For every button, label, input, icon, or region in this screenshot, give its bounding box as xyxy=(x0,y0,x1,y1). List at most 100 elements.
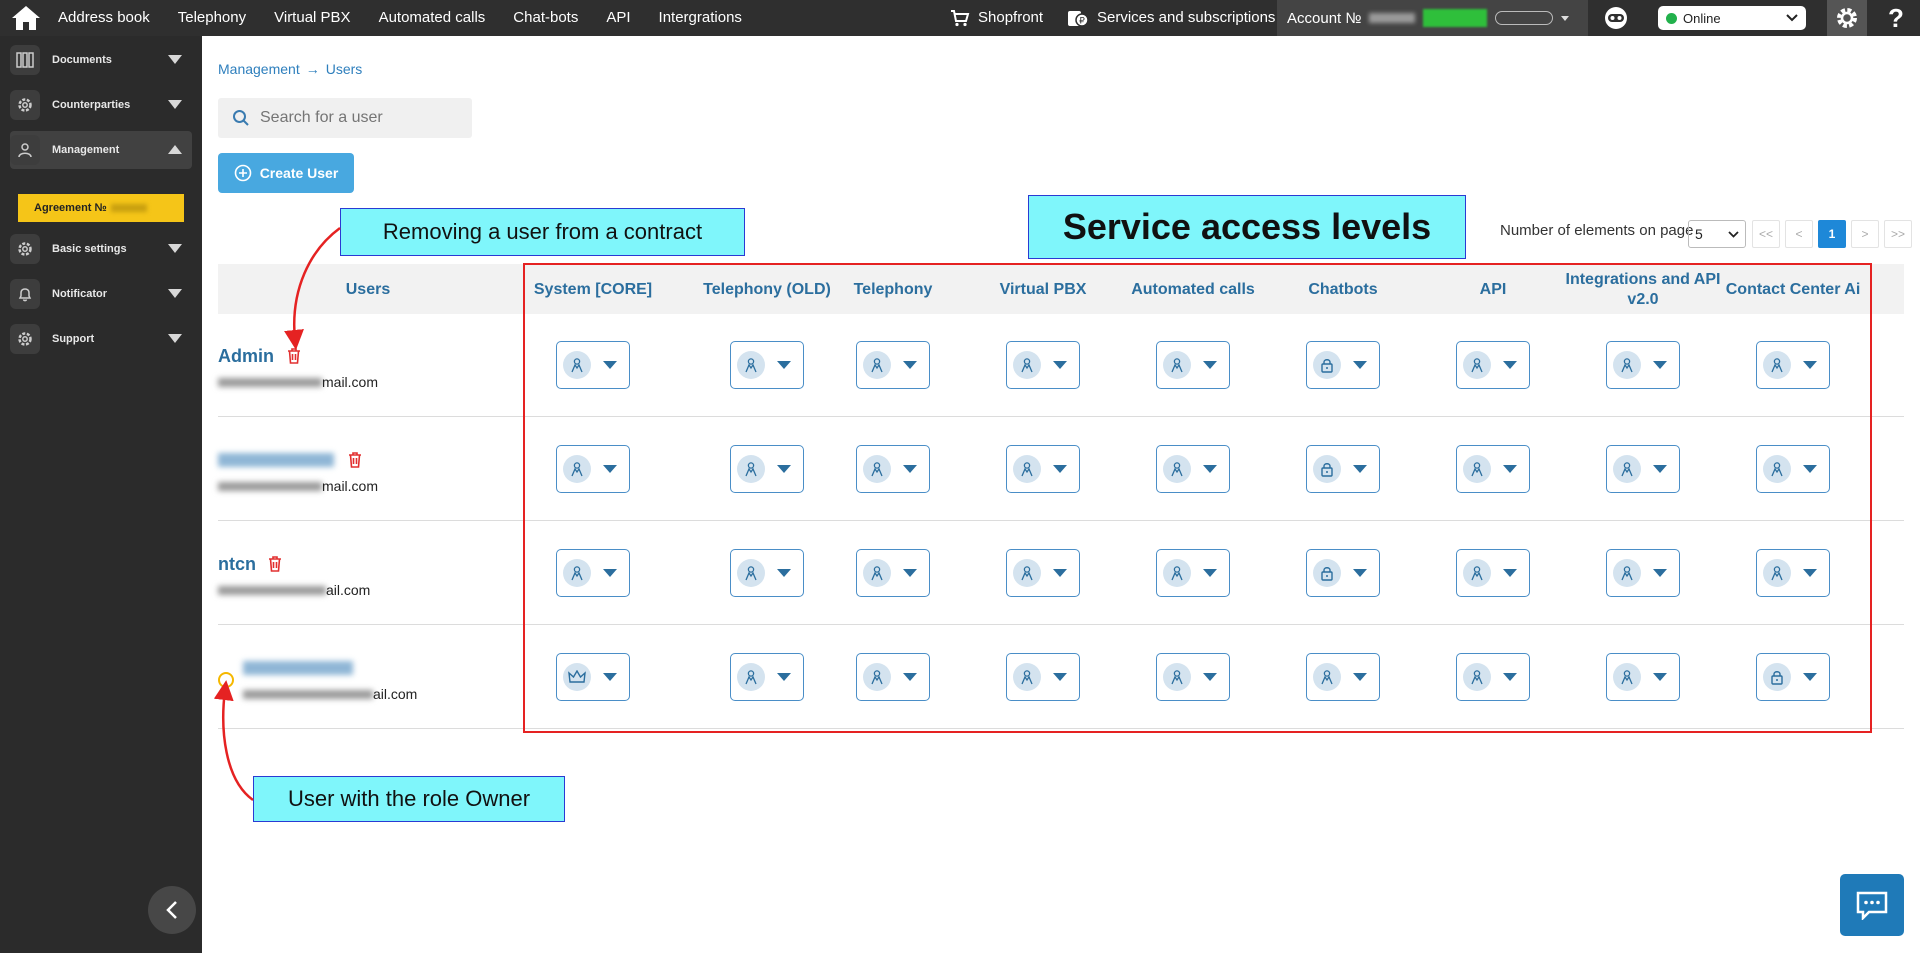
sidebar-item-documents[interactable]: Documents xyxy=(10,41,192,79)
user-name-redacted[interactable] xyxy=(243,661,353,675)
services-icon: ₽ xyxy=(1068,11,1089,27)
chevron-down-icon xyxy=(168,100,182,109)
sidebar-item-label: Notificator xyxy=(52,288,107,300)
create-user-button[interactable]: Create User xyxy=(218,153,354,193)
sidebar-item-counterparties[interactable]: Counterparties xyxy=(10,86,192,124)
gear-icon xyxy=(10,90,40,120)
chevron-down-icon xyxy=(168,334,182,343)
page-last-button[interactable]: >> xyxy=(1884,220,1912,248)
trash-icon[interactable] xyxy=(286,347,302,365)
sidebar-item-basic-settings[interactable]: Basic settings xyxy=(10,230,192,268)
nav-address-book[interactable]: Address book xyxy=(58,0,150,36)
sidebar-item-label: Basic settings xyxy=(52,243,127,255)
user-icon xyxy=(10,135,40,165)
collapse-sidebar-button[interactable] xyxy=(148,886,196,934)
status-select[interactable]: Online xyxy=(1658,6,1806,30)
online-dot-icon xyxy=(1666,12,1677,24)
chevron-down-icon xyxy=(1561,15,1570,21)
settings-button[interactable] xyxy=(1827,0,1867,36)
user-name[interactable]: Admin xyxy=(218,346,274,367)
sidebar-item-agreement[interactable]: Agreement № xyxy=(18,194,184,222)
arrow-right-icon: → xyxy=(305,61,320,77)
chevron-left-icon xyxy=(166,901,177,919)
per-page-select[interactable]: 5 xyxy=(1688,220,1746,248)
nav-api[interactable]: API xyxy=(606,0,630,36)
user-name-redacted[interactable] xyxy=(218,453,334,467)
user-email: mail.com xyxy=(322,478,379,494)
account-extra-redacted xyxy=(1495,11,1554,25)
sidebar-item-notificator[interactable]: Notificator xyxy=(10,275,192,313)
nav-telephony[interactable]: Telephony xyxy=(178,0,246,36)
breadcrumb-users[interactable]: Users xyxy=(326,61,363,77)
user-email: mail.com xyxy=(322,374,379,390)
per-page-label: Number of elements on page xyxy=(1500,222,1694,239)
chevron-down-icon xyxy=(1786,14,1798,22)
bell-icon xyxy=(10,279,40,309)
breadcrumb-management[interactable]: Management xyxy=(218,61,300,77)
home-icon[interactable] xyxy=(10,4,42,32)
help-icon[interactable]: ? xyxy=(1878,0,1914,36)
nav-chat-bots[interactable]: Chat-bots xyxy=(513,0,578,36)
chevron-down-icon xyxy=(168,289,182,298)
access-levels-frame xyxy=(523,263,1872,733)
user-email-redacted xyxy=(218,586,326,595)
chevron-down-icon xyxy=(168,244,182,253)
cart-icon xyxy=(951,10,970,27)
sidebar-item-label: Documents xyxy=(52,54,112,66)
user-email: ail.com xyxy=(373,686,418,702)
chevron-up-icon xyxy=(168,145,182,154)
page-prev-button[interactable]: < xyxy=(1785,220,1813,248)
nav-virtual-pbx[interactable]: Virtual PBX xyxy=(274,0,350,36)
chat-button[interactable] xyxy=(1840,874,1904,936)
pagination: << < 1 > >> xyxy=(1752,220,1912,248)
gear-icon xyxy=(10,324,40,354)
create-user-label: Create User xyxy=(259,165,339,181)
status-value: Online xyxy=(1683,10,1721,26)
bot-icon[interactable] xyxy=(1602,5,1630,31)
svg-text:₽: ₽ xyxy=(1079,17,1085,27)
search-input[interactable] xyxy=(260,109,460,127)
chevron-down-icon xyxy=(168,55,182,64)
page-current-button[interactable]: 1 xyxy=(1818,220,1846,248)
sidebar-item-label: Support xyxy=(52,333,95,345)
annotation-remove-user: Removing a user from a contract xyxy=(340,208,745,256)
sidebar: Documents Counterparties Management Agre… xyxy=(0,36,202,953)
shopfront-label: Shopfront xyxy=(978,9,1044,26)
owner-badge-icon xyxy=(218,672,234,688)
trash-icon[interactable] xyxy=(267,555,283,573)
top-bar: Address book Telephony Virtual PBX Autom… xyxy=(0,0,1920,36)
user-name[interactable]: ntcn xyxy=(218,554,256,575)
shopfront-link[interactable]: Shopfront xyxy=(950,0,1043,36)
user-email-redacted xyxy=(243,690,373,699)
agreement-number-redacted xyxy=(110,204,147,212)
account-switcher[interactable]: Account № xyxy=(1277,0,1588,36)
gear-icon xyxy=(1837,8,1857,28)
sidebar-item-management[interactable]: Management xyxy=(10,131,192,169)
account-label: Account № xyxy=(1287,9,1362,27)
chevron-down-icon xyxy=(1728,231,1739,238)
per-page-value: 5 xyxy=(1695,226,1703,242)
column-header-users: Users xyxy=(345,281,391,298)
agreement-label: Agreement № xyxy=(34,202,107,214)
account-number-redacted xyxy=(1369,13,1416,23)
sidebar-item-label: Management xyxy=(52,144,120,156)
trash-icon[interactable] xyxy=(347,451,363,469)
page-first-button[interactable]: << xyxy=(1752,220,1780,248)
gear-icon xyxy=(10,234,40,264)
search-icon xyxy=(233,110,249,126)
nav-integrations[interactable]: Intergrations xyxy=(659,0,742,36)
nav-automated-calls[interactable]: Automated calls xyxy=(379,0,486,36)
user-email-redacted xyxy=(218,482,322,491)
user-email-redacted xyxy=(218,378,322,387)
annotation-title: Service access levels xyxy=(1028,195,1466,259)
services-label: Services and subscriptions xyxy=(1097,9,1276,26)
documents-icon xyxy=(10,45,40,75)
sidebar-item-support[interactable]: Support xyxy=(10,320,192,358)
plus-circle-icon xyxy=(234,164,251,182)
top-nav: Address book Telephony Virtual PBX Autom… xyxy=(58,0,770,36)
annotation-owner: User with the role Owner xyxy=(253,776,565,822)
sidebar-item-label: Counterparties xyxy=(52,99,131,111)
page-next-button[interactable]: > xyxy=(1851,220,1879,248)
user-email: ail.com xyxy=(326,582,371,598)
services-link[interactable]: ₽ Services and subscriptions xyxy=(1067,0,1275,36)
